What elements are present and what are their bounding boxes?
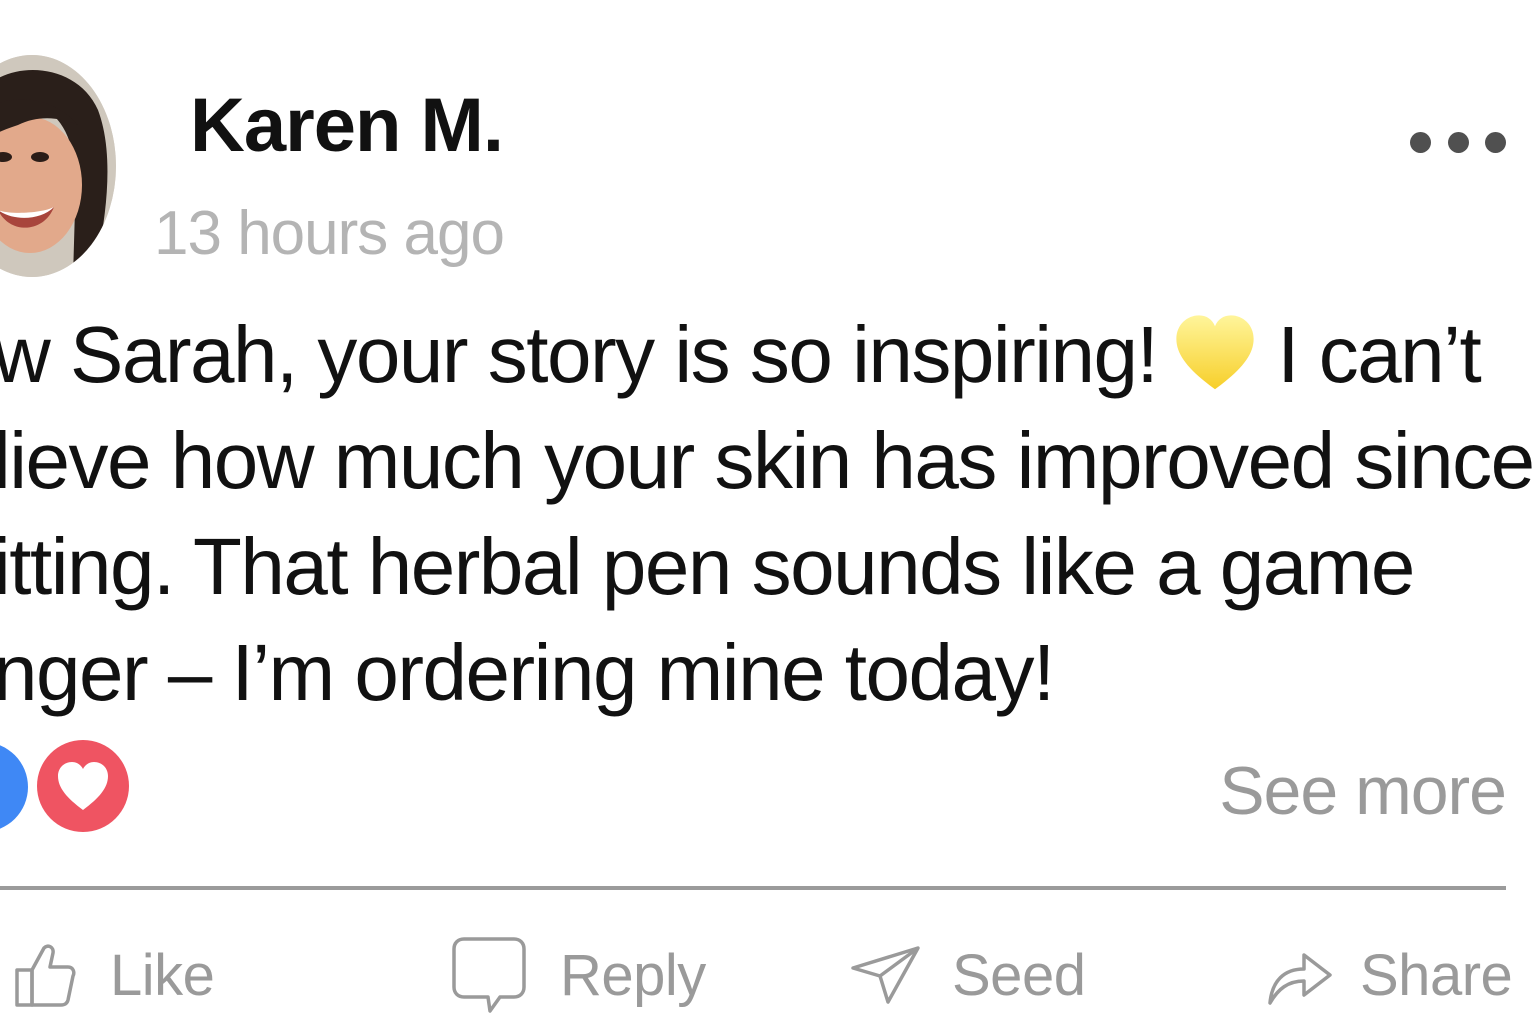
more-dot-icon — [1485, 131, 1506, 153]
reply-label: Reply — [560, 942, 706, 1008]
reply-button[interactable]: Reply — [450, 935, 706, 1015]
comment-text-segment: I can’t — [1277, 310, 1481, 399]
see-more-link[interactable]: See more — [1219, 752, 1507, 830]
thumbs-up-icon — [14, 942, 76, 1008]
speech-bubble-icon — [450, 935, 528, 1015]
timestamp[interactable]: 13 hours ago — [154, 198, 505, 269]
comment-text: ow Sarah, your story is so inspiring! I c… — [0, 302, 1535, 726]
comment-line: elieve how much your skin has improved s… — [0, 416, 1535, 505]
more-dot-icon — [1447, 131, 1469, 153]
comment-line: anger – I’m ordering mine today! — [0, 628, 1055, 717]
share-arrow-icon — [1266, 943, 1334, 1007]
paper-plane-icon — [850, 944, 922, 1006]
share-label: Share — [1360, 942, 1513, 1008]
divider — [0, 886, 1506, 890]
comment-text-segment: ow Sarah, your story is so inspiring! — [0, 310, 1159, 399]
like-button[interactable]: Like — [14, 935, 215, 1015]
seed-label: Seed — [952, 942, 1086, 1008]
more-options-button[interactable] — [1410, 120, 1506, 164]
comment-line: ow Sarah, your story is so inspiring! I c… — [0, 302, 1520, 408]
seed-button[interactable]: Seed — [850, 935, 1086, 1015]
like-label: Like — [110, 942, 215, 1008]
like-reaction-icon[interactable] — [0, 742, 28, 832]
yellow-heart-emoji-icon — [1173, 312, 1257, 396]
comment-card: Karen M. 13 hours ago ow Sarah, your sto… — [0, 0, 1536, 1024]
share-button[interactable]: Share — [1266, 935, 1513, 1015]
love-reaction-icon[interactable] — [37, 740, 129, 832]
comment-line: uitting. That herbal pen sounds like a g… — [0, 522, 1415, 611]
avatar[interactable] — [0, 55, 116, 277]
author-name[interactable]: Karen M. — [190, 82, 504, 169]
more-dot-icon — [1410, 131, 1431, 153]
